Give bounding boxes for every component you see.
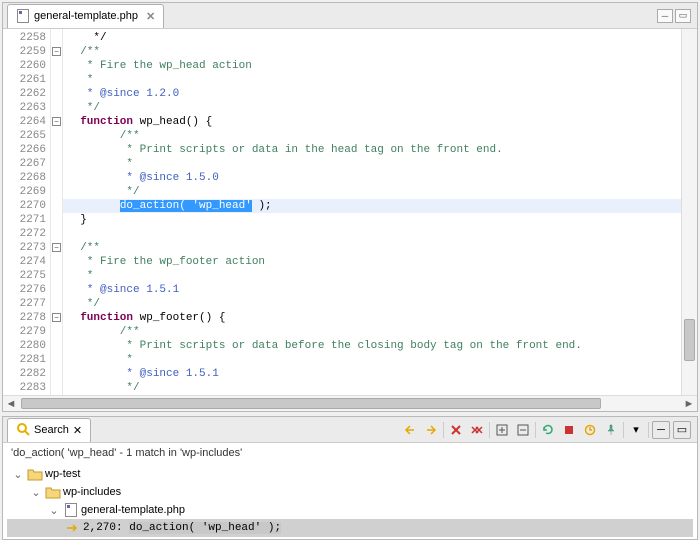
code-line[interactable]: */ (63, 185, 681, 199)
rerun-button[interactable] (539, 421, 557, 439)
match-text: 2,270: do_action( 'wp_head' ); (83, 522, 281, 534)
code-line[interactable]: * (63, 73, 681, 87)
php-file-icon (16, 9, 30, 23)
code-area[interactable]: 2258225922602261226222632264226522662267… (3, 29, 697, 395)
code-line[interactable]: * Print scripts or data in the head tag … (63, 143, 681, 157)
remove-all-button[interactable] (468, 421, 486, 439)
code-line[interactable]: */ (63, 101, 681, 115)
history-button[interactable] (581, 421, 599, 439)
panel-maximize-button[interactable]: ▭ (673, 421, 691, 439)
tree-project-row[interactable]: ⌄ wp-test (7, 465, 693, 483)
code-line[interactable]: */ (63, 297, 681, 311)
search-tab[interactable]: Search ✕ (7, 418, 91, 442)
collapse-all-button[interactable] (514, 421, 532, 439)
stop-button[interactable] (560, 421, 578, 439)
scroll-left-icon[interactable]: ◄ (3, 396, 19, 411)
prev-match-button[interactable] (401, 421, 419, 439)
fold-toggle-icon[interactable]: − (52, 313, 61, 322)
code-line[interactable]: * @since 1.2.0 (63, 87, 681, 101)
search-icon (16, 422, 30, 439)
search-tab-bar: Search ✕ ▾ ─ ▭ (3, 417, 697, 443)
code-line[interactable]: * Fire the wp_footer action (63, 255, 681, 269)
expand-all-button[interactable] (493, 421, 511, 439)
close-icon[interactable]: ✕ (146, 10, 155, 23)
maximize-button[interactable]: ▭ (675, 9, 691, 23)
search-results-tree[interactable]: ⌄ wp-test ⌄ wp-includes ⌄ general-templa… (3, 463, 697, 539)
close-icon[interactable]: ✕ (73, 424, 82, 437)
code-line[interactable]: function wp_footer() { (63, 311, 681, 325)
horizontal-scrollbar[interactable]: ◄ ► (3, 395, 697, 411)
code-lines[interactable]: */ /** * Fire the wp_head action * * @si… (63, 29, 681, 395)
editor-tab-bar: general-template.php ✕ ─ ▭ (3, 3, 697, 29)
search-toolbar: ▾ ─ ▭ (401, 421, 697, 439)
fold-toggle-icon[interactable]: − (52, 117, 61, 126)
code-line[interactable]: * @since 1.5.0 (63, 171, 681, 185)
twisty-down-icon[interactable]: ⌄ (47, 504, 61, 517)
code-line[interactable]: */ (63, 381, 681, 395)
code-line[interactable]: } (63, 213, 681, 227)
editor-panel: general-template.php ✕ ─ ▭ 2258225922602… (2, 2, 698, 412)
panel-minimize-button[interactable]: ─ (652, 421, 670, 439)
code-line[interactable]: /** (63, 325, 681, 339)
vertical-scrollbar[interactable] (681, 29, 697, 395)
scrollbar-thumb[interactable] (21, 398, 601, 409)
view-menu-button[interactable]: ▾ (627, 421, 645, 439)
code-line[interactable]: /** (63, 45, 681, 59)
code-line[interactable]: * @since 1.5.1 (63, 367, 681, 381)
folder-icon (45, 484, 61, 500)
window-controls: ─ ▭ (657, 9, 697, 23)
code-line[interactable]: * Print scripts or data before the closi… (63, 339, 681, 353)
code-line[interactable]: * Fire the wp_head action (63, 59, 681, 73)
code-line[interactable]: do_action( 'wp_head' ); (63, 199, 681, 213)
remove-match-button[interactable] (447, 421, 465, 439)
tree-file-row[interactable]: ⌄ general-template.php (7, 501, 693, 519)
code-line[interactable]: /** (63, 241, 681, 255)
tree-label: wp-includes (63, 486, 121, 498)
editor-tab[interactable]: general-template.php ✕ (7, 4, 164, 28)
code-line[interactable]: function wp_head() { (63, 115, 681, 129)
next-match-button[interactable] (422, 421, 440, 439)
code-line[interactable]: * @since 1.5.1 (63, 283, 681, 297)
code-line[interactable]: * (63, 157, 681, 171)
scroll-right-icon[interactable]: ► (681, 396, 697, 411)
fold-column[interactable]: − − − − (51, 29, 63, 395)
tree-label: wp-test (45, 468, 80, 480)
match-arrow-icon (65, 520, 81, 536)
pin-button[interactable] (602, 421, 620, 439)
search-summary: 'do_action( 'wp_head' - 1 match in 'wp-i… (3, 443, 697, 463)
project-folder-icon (27, 466, 43, 482)
line-number-gutter: 2258225922602261226222632264226522662267… (3, 29, 51, 395)
fold-toggle-icon[interactable]: − (52, 47, 61, 56)
search-tab-label: Search (34, 424, 69, 436)
code-line[interactable]: * (63, 269, 681, 283)
editor-tab-label: general-template.php (34, 10, 138, 22)
twisty-down-icon[interactable]: ⌄ (11, 468, 25, 481)
search-panel: Search ✕ ▾ ─ ▭ 'do_action( 'wp_head' - 1… (2, 416, 698, 540)
code-line[interactable]: * (63, 353, 681, 367)
code-line[interactable]: */ (63, 31, 681, 45)
code-line[interactable] (63, 227, 681, 241)
minimize-button[interactable]: ─ (657, 9, 673, 23)
php-file-icon (63, 502, 79, 518)
scrollbar-thumb[interactable] (684, 319, 695, 361)
tree-folder-row[interactable]: ⌄ wp-includes (7, 483, 693, 501)
tree-label: general-template.php (81, 504, 185, 516)
fold-toggle-icon[interactable]: − (52, 243, 61, 252)
code-line[interactable]: /** (63, 129, 681, 143)
tree-match-row[interactable]: 2,270: do_action( 'wp_head' ); (7, 519, 693, 537)
twisty-down-icon[interactable]: ⌄ (29, 486, 43, 499)
